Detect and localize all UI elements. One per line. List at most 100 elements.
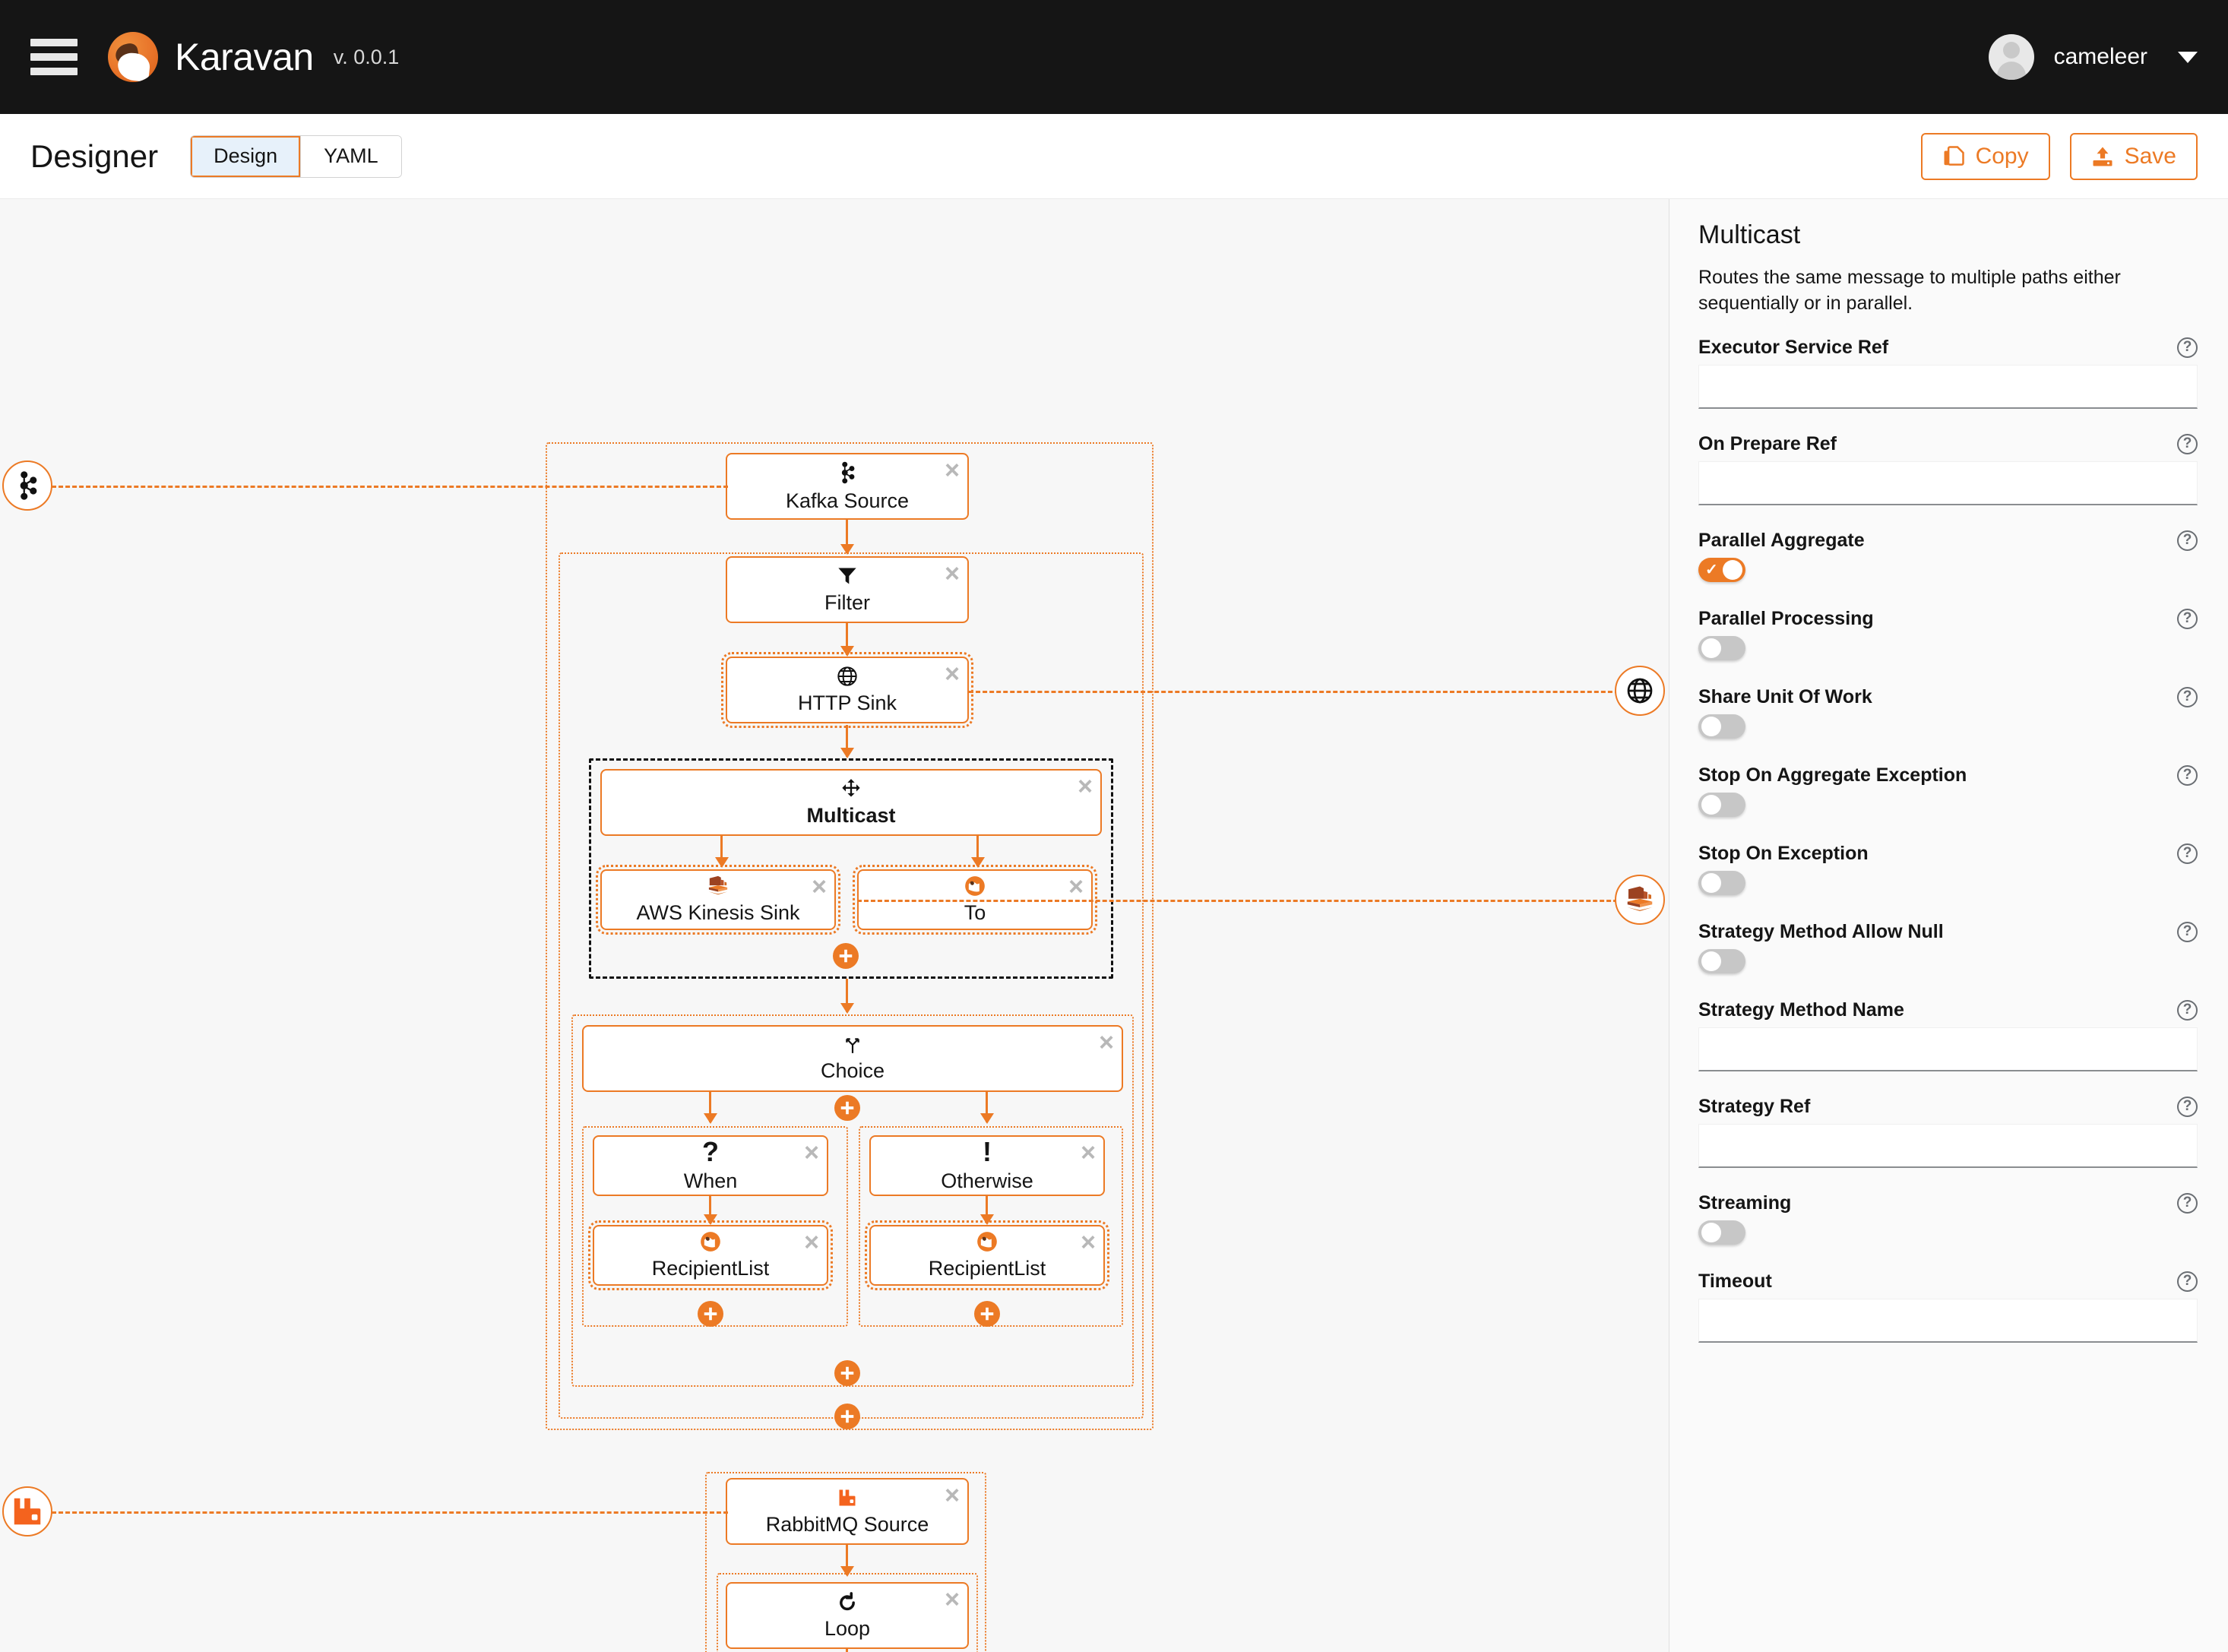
- field-label: Executor Service Ref: [1698, 337, 1888, 359]
- add-step-button[interactable]: [833, 943, 859, 969]
- field-label: Streaming: [1698, 1192, 1791, 1214]
- strategy-method-allow-null-toggle[interactable]: [1698, 949, 1745, 973]
- on-prepare-ref-input[interactable]: [1698, 461, 2198, 505]
- rabbitmq-badge[interactable]: [2, 1486, 52, 1536]
- question-circle-icon[interactable]: ?: [2177, 1271, 2198, 1292]
- kafka-badge[interactable]: [2, 460, 52, 511]
- share-unit-of-work-toggle[interactable]: [1698, 714, 1745, 739]
- executor-service-ref-input[interactable]: [1698, 365, 2198, 409]
- parallel-processing-toggle[interactable]: [1698, 636, 1745, 660]
- close-icon[interactable]: ×: [1078, 774, 1093, 799]
- node-label: Kafka Source: [786, 489, 909, 513]
- question-circle-icon[interactable]: ?: [2177, 609, 2198, 629]
- close-icon[interactable]: ×: [1081, 1140, 1096, 1166]
- field-label: Stop On Aggregate Exception: [1698, 764, 1967, 786]
- node-multicast[interactable]: Multicast ×: [600, 769, 1102, 836]
- copy-button[interactable]: Copy: [1921, 133, 2050, 180]
- node-http-sink[interactable]: HTTP Sink ×: [726, 657, 969, 723]
- save-button[interactable]: Save: [2070, 133, 2198, 180]
- designer-toolbar: Designer Design YAML Copy Save: [0, 114, 2228, 199]
- close-icon[interactable]: ×: [945, 561, 960, 587]
- loop-arrow-icon: [837, 1591, 858, 1612]
- field-label: Share Unit Of Work: [1698, 686, 1872, 708]
- node-recipientlist-when[interactable]: RecipientList ×: [593, 1225, 828, 1286]
- field-timeout: Timeout ?: [1698, 1271, 2198, 1362]
- question-circle-icon[interactable]: ?: [2177, 530, 2198, 551]
- tab-yaml[interactable]: YAML: [301, 136, 401, 177]
- add-step-button[interactable]: [834, 1360, 860, 1386]
- connector-line-kafka: [52, 486, 728, 488]
- rabbitmq-icon: [10, 1494, 45, 1529]
- user-name: cameleer: [2054, 44, 2147, 70]
- node-loop[interactable]: Loop ×: [726, 1582, 969, 1649]
- question-circle-icon[interactable]: ?: [2177, 1097, 2198, 1117]
- close-icon[interactable]: ×: [1099, 1030, 1114, 1055]
- brand-title: Karavan: [175, 35, 314, 79]
- close-icon[interactable]: ×: [804, 1230, 819, 1255]
- close-icon[interactable]: ×: [804, 1140, 819, 1166]
- node-filter[interactable]: Filter ×: [726, 556, 969, 623]
- aws-kinesis-badge[interactable]: [1615, 875, 1665, 925]
- node-when[interactable]: ? When ×: [593, 1135, 828, 1196]
- edge-arrow: [720, 836, 723, 866]
- close-icon[interactable]: ×: [945, 661, 960, 687]
- question-circle-icon[interactable]: ?: [2177, 1000, 2198, 1021]
- add-step-button[interactable]: [834, 1095, 860, 1121]
- kafka-icon: [14, 470, 40, 501]
- question-circle-icon[interactable]: ?: [2177, 843, 2198, 864]
- question-circle-icon[interactable]: ?: [2177, 765, 2198, 786]
- field-strategy-method-name: Strategy Method Name ?: [1698, 999, 2198, 1091]
- stop-on-aggregate-exception-toggle[interactable]: [1698, 793, 1745, 817]
- karavan-camel-logo: [108, 32, 158, 82]
- add-step-button[interactable]: [834, 1404, 860, 1429]
- connector-line-rabbitmq: [52, 1511, 728, 1514]
- edge-arrow: [846, 1545, 848, 1575]
- node-choice[interactable]: Choice ×: [582, 1025, 1123, 1092]
- user-avatar-icon: [1989, 34, 2034, 80]
- close-icon[interactable]: ×: [945, 457, 960, 483]
- flow-canvas[interactable]: Kafka Source × Filter × HTTP Sink ×: [0, 199, 1669, 1652]
- close-icon[interactable]: ×: [1068, 874, 1084, 900]
- close-icon[interactable]: ×: [812, 874, 827, 900]
- hamburger-icon[interactable]: [30, 39, 78, 75]
- edge-arrow: [986, 1092, 988, 1122]
- field-parallel-processing: Parallel Processing ?: [1698, 608, 2198, 660]
- node-label: HTTP Sink: [798, 691, 897, 715]
- node-otherwise[interactable]: ! Otherwise ×: [869, 1135, 1105, 1196]
- chevron-down-icon[interactable]: [2178, 52, 2198, 63]
- parallel-aggregate-toggle[interactable]: [1698, 558, 1745, 582]
- strategy-ref-input[interactable]: [1698, 1124, 2198, 1168]
- add-step-button[interactable]: [698, 1301, 723, 1327]
- timeout-input[interactable]: [1698, 1299, 2198, 1343]
- edge-arrow: [846, 623, 848, 655]
- tab-design[interactable]: Design: [191, 136, 301, 177]
- question-circle-icon[interactable]: ?: [2177, 922, 2198, 942]
- node-label: RecipientList: [929, 1257, 1046, 1280]
- plus-icon: [839, 1408, 856, 1425]
- question-circle-icon[interactable]: ?: [2177, 687, 2198, 707]
- save-button-label: Save: [2125, 144, 2176, 169]
- add-step-button[interactable]: [974, 1301, 1000, 1327]
- close-icon[interactable]: ×: [945, 1483, 960, 1508]
- question-circle-icon[interactable]: ?: [2177, 434, 2198, 454]
- node-rabbitmq-source[interactable]: RabbitMQ Source ×: [726, 1478, 969, 1545]
- field-label: Strategy Ref: [1698, 1096, 1810, 1118]
- plus-icon: [839, 1365, 856, 1381]
- stop-on-exception-toggle[interactable]: [1698, 871, 1745, 895]
- node-aws-kinesis-sink[interactable]: AWS Kinesis Sink ×: [600, 869, 836, 930]
- save-upload-icon: [2091, 144, 2114, 169]
- edge-arrow: [846, 520, 848, 553]
- node-kafka-source[interactable]: Kafka Source ×: [726, 453, 969, 520]
- http-badge[interactable]: [1615, 666, 1665, 716]
- question-circle-icon[interactable]: ?: [2177, 1193, 2198, 1214]
- field-parallel-aggregate: Parallel Aggregate ?: [1698, 530, 2198, 582]
- user-menu[interactable]: cameleer: [1989, 34, 2198, 80]
- field-share-unit-of-work: Share Unit Of Work ?: [1698, 686, 2198, 739]
- strategy-method-name-input[interactable]: [1698, 1027, 2198, 1071]
- close-icon[interactable]: ×: [1081, 1230, 1096, 1255]
- close-icon[interactable]: ×: [945, 1587, 960, 1612]
- question-circle-icon[interactable]: ?: [2177, 337, 2198, 358]
- node-recipientlist-otherwise[interactable]: RecipientList ×: [869, 1225, 1105, 1286]
- streaming-toggle[interactable]: [1698, 1220, 1745, 1245]
- field-label: Strategy Method Name: [1698, 999, 1904, 1021]
